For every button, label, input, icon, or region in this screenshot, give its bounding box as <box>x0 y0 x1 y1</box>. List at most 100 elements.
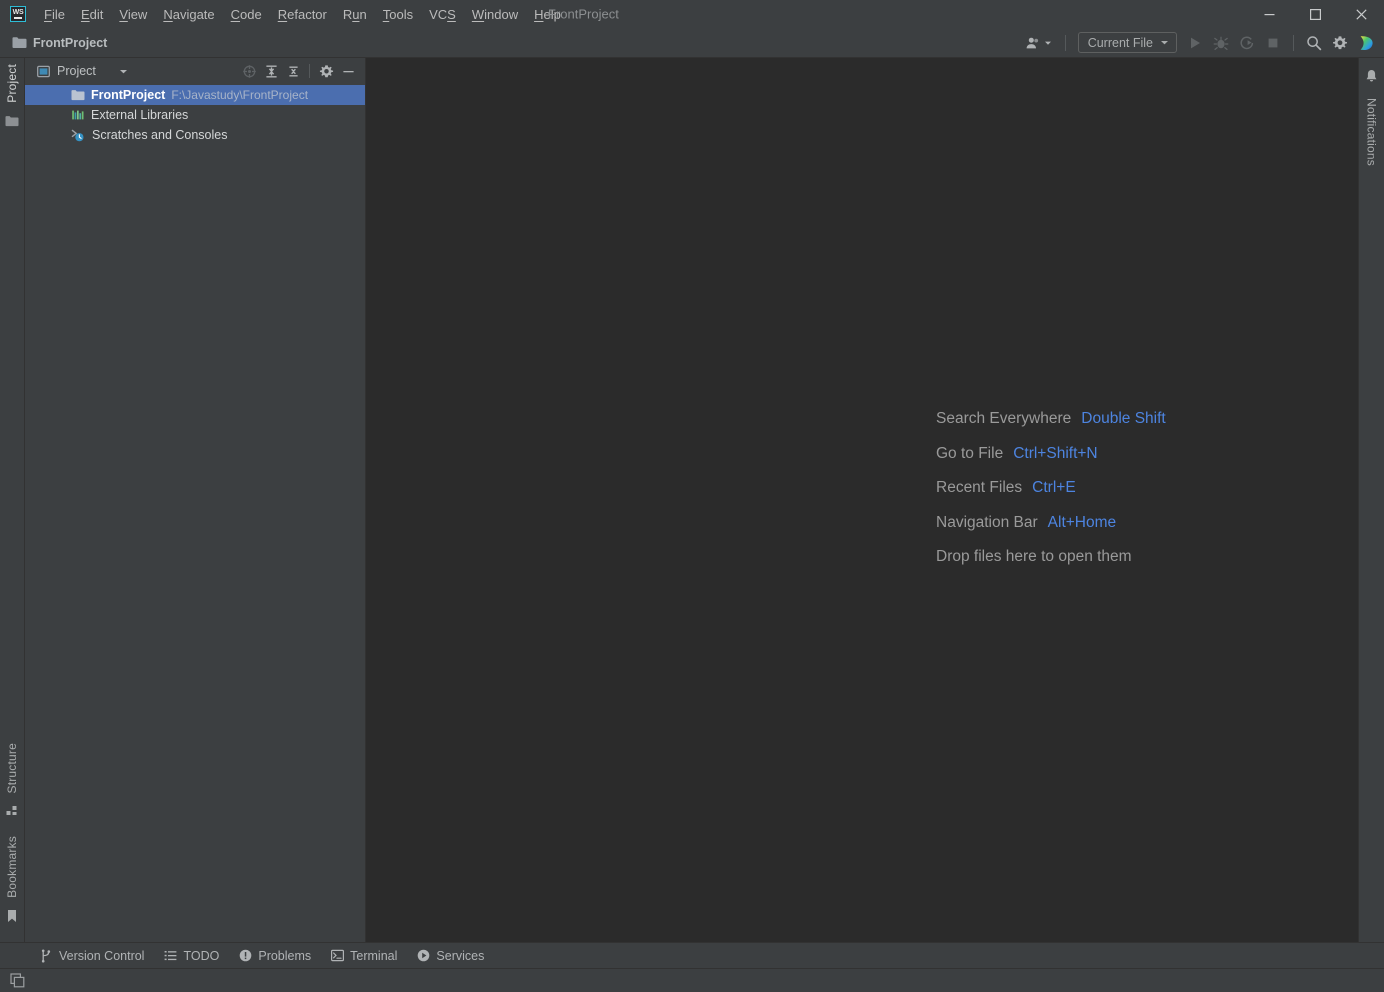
user-account-button[interactable] <box>1020 32 1057 54</box>
settings-button[interactable] <box>1328 32 1352 54</box>
services-icon <box>418 949 430 962</box>
notifications-button[interactable] <box>1365 64 1378 96</box>
menu-vcs[interactable]: VCS <box>421 3 464 26</box>
sidebar-item-structure[interactable]: Structure <box>2 737 22 800</box>
project-settings-button[interactable] <box>315 61 337 81</box>
sidebar-item-project[interactable]: Project <box>2 58 22 109</box>
run-configuration-selector[interactable]: Current File <box>1077 32 1177 53</box>
left-stripe-top: Project <box>0 58 24 140</box>
status-item-todo[interactable]: TODO <box>154 946 229 966</box>
close-icon <box>1355 8 1367 20</box>
layout-windows-button[interactable] <box>6 971 28 991</box>
tree-node-scratches-and-consoles[interactable]: Scratches and Consoles <box>25 125 365 145</box>
close-button[interactable] <box>1338 0 1384 28</box>
select-opened-file-icon <box>242 64 256 78</box>
toolbar-actions: Current File <box>1020 32 1384 54</box>
status-item-problems[interactable]: Problems <box>229 946 321 966</box>
project-tool-window: Project FrontProject F:\Javastudy\FrontP… <box>25 58 366 942</box>
stop-button[interactable] <box>1261 32 1285 54</box>
hint-go-to-file: Go to File Ctrl+Shift+N <box>936 445 1166 463</box>
breadcrumb[interactable]: FrontProject <box>12 36 107 50</box>
menu-refactor[interactable]: Refactor <box>270 3 335 26</box>
sidebar-item-bookmarks[interactable]: Bookmarks <box>2 830 22 904</box>
todo-list-icon <box>165 951 177 961</box>
main-toolbar: FrontProject Current File <box>0 28 1384 58</box>
menu-window[interactable]: Window <box>464 3 526 26</box>
status-item-label: Terminal <box>350 948 398 963</box>
select-opened-file-button[interactable] <box>238 61 260 81</box>
status-item-label: Version Control <box>59 948 145 963</box>
hide-panel-button[interactable] <box>337 61 359 81</box>
status-item-label: Services <box>436 948 485 963</box>
tree-node-frontproject[interactable]: FrontProject F:\Javastudy\FrontProject <box>25 85 365 105</box>
sidebar-item-label: Bookmarks <box>5 836 19 898</box>
tree-node-label: External Libraries <box>91 108 189 122</box>
editor-empty-area[interactable]: Search Everywhere Double Shift Go to Fil… <box>366 58 1358 942</box>
debug-button[interactable] <box>1209 32 1233 54</box>
problems-icon <box>240 949 252 962</box>
status-item-label: TODO <box>183 948 220 963</box>
structure-button[interactable] <box>6 799 19 830</box>
expand-all-button[interactable] <box>260 61 282 81</box>
sidebar-item-label: Structure <box>5 742 19 794</box>
hint-recent-files: Recent Files Ctrl+E <box>936 479 1166 497</box>
hint-label: Recent Files <box>936 479 1023 496</box>
maximize-button[interactable] <box>1292 0 1338 28</box>
hint-shortcut: Ctrl+Shift+N <box>1013 444 1098 462</box>
status-item-services[interactable]: Services <box>407 946 494 966</box>
debug-icon <box>1213 36 1229 50</box>
folder-icon <box>5 115 19 126</box>
maximize-icon <box>1309 8 1321 20</box>
menu-view[interactable]: View <box>111 3 155 26</box>
project-tree: FrontProject F:\Javastudy\FrontProject E… <box>25 84 365 942</box>
sidebar-item-label: Notifications <box>1364 98 1379 166</box>
external-libraries-icon <box>72 110 84 120</box>
editor-hints: Search Everywhere Double Shift Go to Fil… <box>936 410 1166 566</box>
status-item-terminal[interactable]: Terminal <box>321 946 407 966</box>
collapse-all-button[interactable] <box>282 61 304 81</box>
left-stripe-folder-button[interactable] <box>5 109 19 140</box>
minimize-button[interactable] <box>1246 0 1292 28</box>
gear-icon <box>1333 35 1347 49</box>
hint-label: Go to File <box>936 444 1004 462</box>
menu-run[interactable]: Run <box>335 3 375 26</box>
hint-shortcut: Alt+Home <box>1047 513 1117 531</box>
bottom-bar <box>0 968 1384 992</box>
logo-underline <box>14 17 22 19</box>
layout-windows-icon <box>9 973 24 988</box>
menu-edit[interactable]: Edit <box>73 3 111 26</box>
menu-code[interactable]: Code <box>223 3 270 26</box>
webstorm-logo-icon[interactable]: WS <box>10 6 26 22</box>
hide-icon <box>342 70 354 72</box>
sidebar-item-notifications[interactable]: Notifications <box>1362 96 1382 172</box>
chevron-down-icon <box>119 69 127 73</box>
menu-navigate[interactable]: Navigate <box>155 3 222 26</box>
status-item-label: Problems <box>258 948 312 963</box>
hint-label: Search Everywhere <box>936 410 1072 427</box>
run-configuration-label: Current File <box>1087 35 1153 50</box>
tree-node-path: F:\Javastudy\FrontProject <box>171 88 309 102</box>
collapse-all-icon <box>288 66 298 76</box>
project-panel-title: Project <box>57 64 96 78</box>
search-button[interactable] <box>1302 32 1326 54</box>
menu-file[interactable]: File <box>36 3 73 26</box>
run-button[interactable] <box>1183 32 1207 54</box>
logo-text: WS <box>12 9 24 17</box>
project-view-selector[interactable]: Project <box>33 62 132 80</box>
code-with-me-icon <box>1360 35 1373 50</box>
menu-tools[interactable]: Tools <box>375 3 421 26</box>
tree-node-external-libraries[interactable]: External Libraries <box>25 105 365 125</box>
search-icon <box>1307 35 1322 50</box>
code-with-me-button[interactable] <box>1354 32 1378 54</box>
bookmarks-button[interactable] <box>6 904 18 936</box>
hint-drop-files: Drop files here to open them <box>936 548 1132 565</box>
status-bar: Version Control TODO Problems Terminal S… <box>0 942 1384 968</box>
gear-icon <box>319 64 333 77</box>
chevron-down-icon <box>1044 41 1051 45</box>
hint-shortcut: Ctrl+E <box>1032 479 1076 496</box>
user-account-icon <box>1026 37 1038 48</box>
run-with-coverage-button[interactable] <box>1235 32 1259 54</box>
status-item-version-control[interactable]: Version Control <box>30 946 154 966</box>
title-bar: WS File Edit View Navigate Code Refactor… <box>0 0 1384 28</box>
branch-icon <box>41 949 51 962</box>
